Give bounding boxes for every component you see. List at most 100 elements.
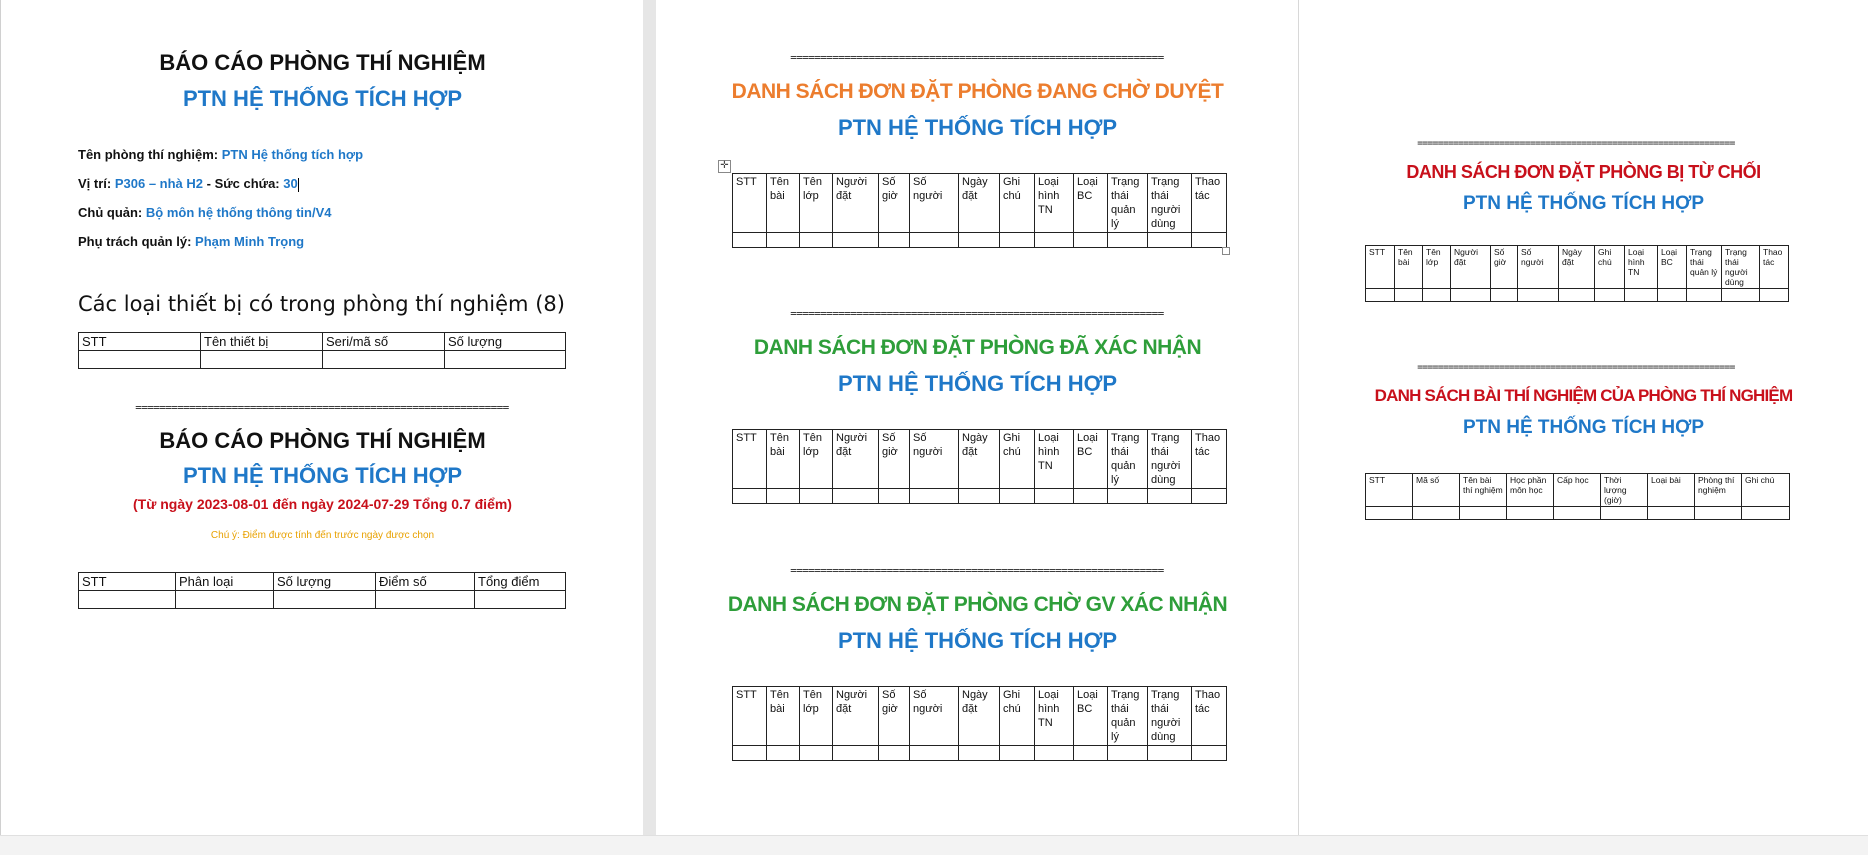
table-cell[interactable]	[1394, 288, 1423, 302]
column-header: Trạng thái người dùng	[1721, 245, 1760, 289]
table-cell[interactable]	[78, 590, 176, 609]
table-cell[interactable]	[200, 350, 323, 369]
table-cell[interactable]	[1450, 288, 1491, 302]
table-cell[interactable]	[1686, 288, 1722, 302]
table-cell[interactable]	[732, 488, 767, 504]
gv-pending-lab-heading: PTN HỆ THỐNG TÍCH HỢP	[837, 628, 1118, 653]
table-cell[interactable]	[1107, 745, 1148, 761]
table-cell[interactable]	[1412, 506, 1460, 520]
table-cell[interactable]	[1034, 488, 1074, 504]
table-cell[interactable]	[1600, 506, 1648, 520]
column-header: Trạng thái người dùng	[1147, 686, 1192, 746]
table-cell[interactable]	[1517, 288, 1559, 302]
table-cell[interactable]	[1107, 488, 1148, 504]
table-cell[interactable]	[322, 350, 445, 369]
column-header: Người đặt	[832, 173, 879, 233]
table-cell[interactable]	[999, 232, 1035, 248]
table-cell[interactable]	[766, 745, 800, 761]
table-cell[interactable]	[1034, 745, 1074, 761]
table-cell[interactable]	[1365, 288, 1395, 302]
table-cell[interactable]	[1422, 288, 1451, 302]
table-cell[interactable]	[732, 232, 767, 248]
table-cell[interactable]	[832, 232, 879, 248]
table-cell[interactable]	[1490, 288, 1518, 302]
table-cell[interactable]	[474, 590, 566, 609]
column-header: Thao tác	[1191, 173, 1227, 233]
column-header: Số giờ	[878, 173, 910, 233]
table-cell[interactable]	[1147, 232, 1192, 248]
table-cell[interactable]	[1694, 506, 1742, 520]
table-cell[interactable]	[958, 232, 1000, 248]
manager-value[interactable]: Phạm Minh Trọng	[195, 234, 304, 249]
table-cell[interactable]	[175, 590, 274, 609]
table-cell[interactable]	[832, 745, 879, 761]
table-cell[interactable]	[1073, 232, 1108, 248]
table-cell[interactable]	[1721, 288, 1760, 302]
report2-lab-heading: PTN HỆ THỐNG TÍCH HỢP	[182, 463, 463, 488]
table-cell[interactable]	[732, 745, 767, 761]
table-cell[interactable]	[1741, 506, 1790, 520]
confirmed-lab-heading: PTN HỆ THỐNG TÍCH HỢP	[837, 371, 1118, 396]
table-cell[interactable]	[1657, 288, 1687, 302]
table-cell[interactable]	[1624, 288, 1658, 302]
table-cell[interactable]	[909, 488, 959, 504]
table-cell[interactable]	[1147, 488, 1192, 504]
column-header: Số lượng	[444, 332, 566, 351]
table-cell[interactable]	[766, 232, 800, 248]
table-cell[interactable]	[1459, 506, 1507, 520]
table-cell[interactable]	[1365, 506, 1413, 520]
separator-line: ========================================…	[1417, 139, 1735, 149]
table-cell[interactable]	[1558, 288, 1595, 302]
table-cell[interactable]	[878, 745, 910, 761]
confirmed-bookings-table: STT Tên bài Tên lớp Người đặt Số giờ Số …	[732, 429, 1227, 504]
status-bar	[0, 835, 1868, 855]
table-header-row: STT Phân loại Số lượng Điểm số Tổng điểm	[78, 572, 566, 591]
table-cell[interactable]	[909, 232, 959, 248]
table-cell[interactable]	[1553, 506, 1601, 520]
table-cell[interactable]	[909, 745, 959, 761]
table-cell[interactable]	[1759, 288, 1789, 302]
table-cell[interactable]	[78, 350, 201, 369]
capacity-value[interactable]: 30	[283, 176, 297, 191]
table-cell[interactable]	[1073, 488, 1108, 504]
owner-value[interactable]: Bộ môn hệ thống thông tin/V4	[146, 205, 332, 220]
separator-line: ========================================…	[1417, 363, 1735, 373]
table-cell[interactable]	[1506, 506, 1554, 520]
table-cell[interactable]	[799, 232, 833, 248]
table-cell[interactable]	[999, 745, 1035, 761]
column-header: STT	[1365, 245, 1395, 289]
table-cell[interactable]	[1191, 488, 1227, 504]
table-cell[interactable]	[444, 350, 566, 369]
table-cell[interactable]	[273, 590, 376, 609]
table-cell[interactable]	[878, 232, 910, 248]
page-gutter	[643, 0, 656, 835]
table-cell[interactable]	[1191, 745, 1227, 761]
lab-name-value[interactable]: PTN Hệ thống tích hợp	[222, 147, 363, 162]
column-header: Loại bài	[1647, 473, 1695, 507]
capacity-label: - Sức chứa:	[203, 176, 280, 191]
column-header: Tên bài	[766, 429, 800, 489]
location-value[interactable]: P306 – nhà H2	[115, 176, 203, 191]
table-cell[interactable]	[1147, 745, 1192, 761]
table-cell[interactable]	[958, 745, 1000, 761]
table-cell[interactable]	[1647, 506, 1695, 520]
table-row	[1365, 288, 1789, 302]
table-cell[interactable]	[799, 488, 833, 504]
table-cell[interactable]	[1594, 288, 1625, 302]
table-cell[interactable]	[878, 488, 910, 504]
table-cell[interactable]	[999, 488, 1035, 504]
table-cell[interactable]	[375, 590, 475, 609]
column-header: Loại BC	[1073, 686, 1108, 746]
table-cell[interactable]	[1191, 232, 1227, 248]
column-header: Tên lớp	[799, 686, 833, 746]
table-cell[interactable]	[832, 488, 879, 504]
table-resize-handle[interactable]	[1222, 247, 1230, 255]
table-cell[interactable]	[799, 745, 833, 761]
column-header: Số giờ	[878, 686, 910, 746]
table-cell[interactable]	[958, 488, 1000, 504]
table-move-handle-icon[interactable]: ✛	[718, 160, 731, 173]
table-cell[interactable]	[1107, 232, 1148, 248]
table-cell[interactable]	[1073, 745, 1108, 761]
table-cell[interactable]	[766, 488, 800, 504]
table-cell[interactable]	[1034, 232, 1074, 248]
